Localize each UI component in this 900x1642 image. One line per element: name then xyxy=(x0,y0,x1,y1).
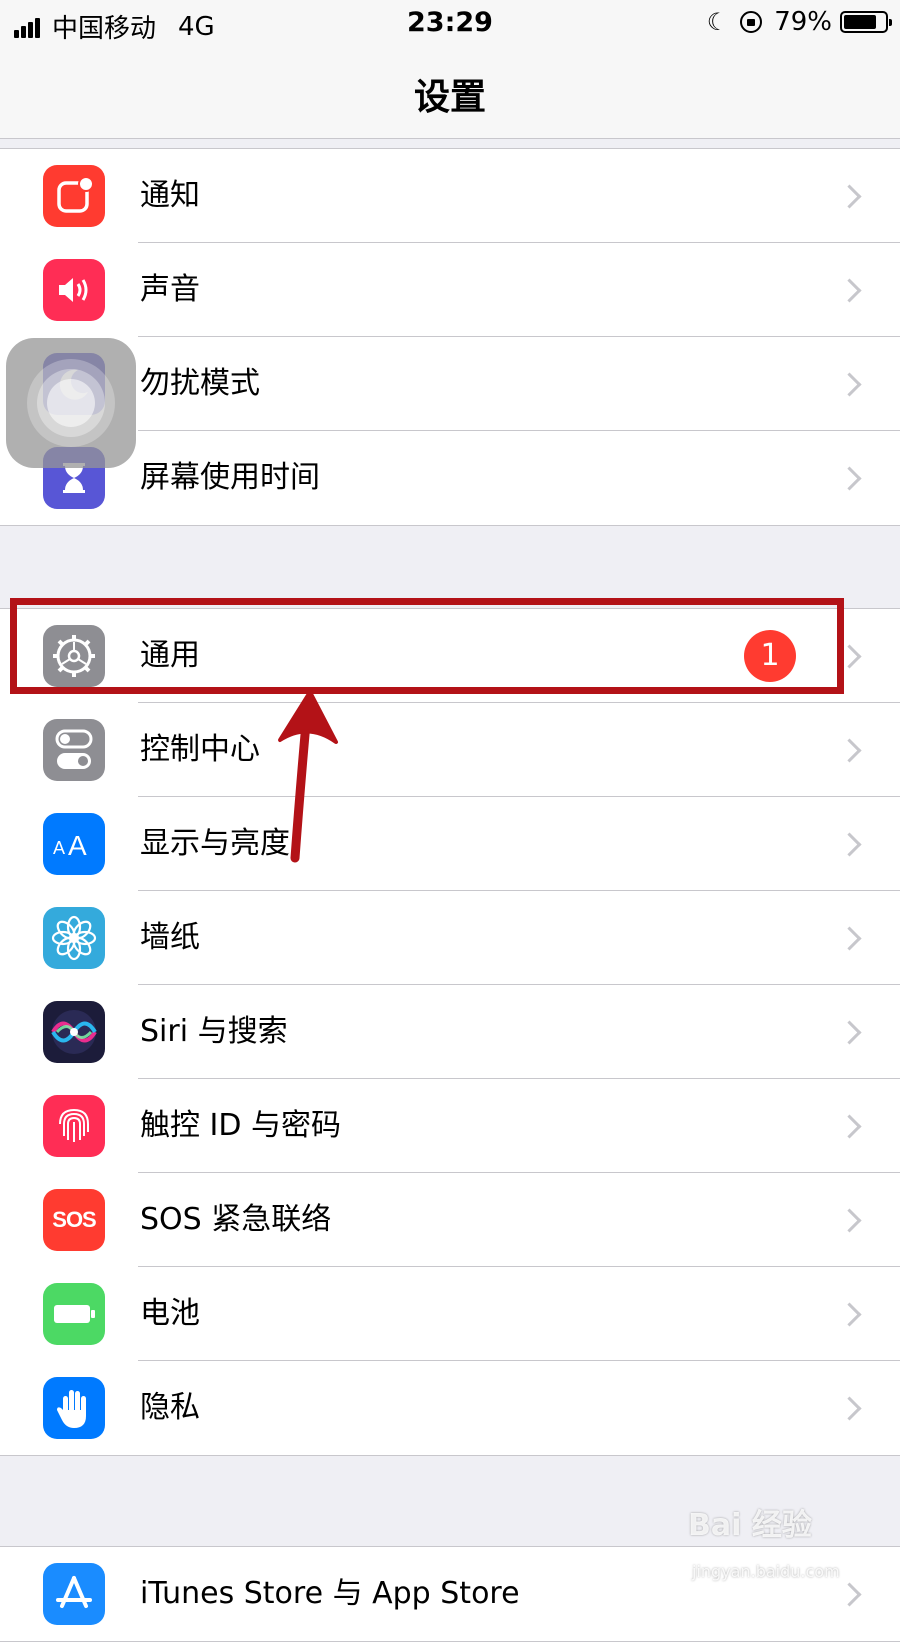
row-label: 勿扰模式 xyxy=(140,366,260,401)
assistive-touch-button[interactable] xyxy=(6,338,136,468)
settings-row-siri-search[interactable]: Siri 与搜索 xyxy=(0,985,900,1079)
do-not-disturb-icon: ☾ xyxy=(706,8,729,36)
row-label: 通知 xyxy=(140,178,200,213)
speaker-icon xyxy=(43,259,105,321)
chevron-right-icon xyxy=(837,1114,862,1139)
chevron-right-icon xyxy=(837,738,862,763)
battery-percent: 79% xyxy=(774,7,832,37)
chevron-right-icon xyxy=(837,832,862,857)
battery-icon xyxy=(840,11,892,33)
row-label: Siri 与搜索 xyxy=(140,1014,288,1049)
row-label: 声音 xyxy=(140,272,200,307)
row-label: 屏幕使用时间 xyxy=(140,460,320,495)
svg-text:A: A xyxy=(53,838,65,858)
chevron-right-icon xyxy=(837,1582,862,1607)
row-label: 墙纸 xyxy=(140,920,200,955)
settings-row-battery[interactable]: 电池 xyxy=(0,1267,900,1361)
navigation-bar: 设置 xyxy=(0,46,900,139)
sos-icon: SOS xyxy=(43,1189,105,1251)
settings-row-control-center[interactable]: 控制中心 xyxy=(0,703,900,797)
settings-group-1: 通知 声音 勿扰模式 屏幕使用时间 xyxy=(0,148,900,526)
chevron-right-icon xyxy=(837,184,862,209)
chevron-right-icon xyxy=(837,278,862,303)
watermark-logo: Bai 经验 xyxy=(688,1508,812,1543)
row-label: 触控 ID 与密码 xyxy=(140,1108,342,1143)
fingerprint-icon xyxy=(43,1095,105,1157)
chevron-right-icon xyxy=(837,1302,862,1327)
settings-group-3: iTunes Store 与 App Store xyxy=(0,1546,900,1642)
flower-icon xyxy=(43,907,105,969)
siri-icon xyxy=(43,1001,105,1063)
row-label: 电池 xyxy=(140,1296,200,1331)
settings-row-privacy[interactable]: 隐私 xyxy=(0,1361,900,1455)
watermark-url: jingyan.baidu.com xyxy=(692,1562,840,1581)
notifications-icon xyxy=(43,165,105,227)
chevron-right-icon xyxy=(837,1396,862,1421)
row-label: 显示与亮度 xyxy=(140,826,290,861)
annotation-highlight-box xyxy=(10,598,844,694)
text-size-icon: AA xyxy=(43,813,105,875)
hand-icon xyxy=(43,1377,105,1439)
settings-row-sounds[interactable]: 声音 xyxy=(0,243,900,337)
app-store-icon xyxy=(43,1563,105,1625)
settings-group-2: 通用 1 控制中心 AA 显示与亮度 墙纸 Siri 与搜索 触控 ID 与密码… xyxy=(0,608,900,1456)
chevron-right-icon xyxy=(837,1208,862,1233)
battery-setting-icon xyxy=(43,1283,105,1345)
toggles-icon xyxy=(43,719,105,781)
sos-icon-text: SOS xyxy=(52,1207,96,1232)
settings-row-emergency-sos[interactable]: SOS SOS 紧急联络 xyxy=(0,1173,900,1267)
chevron-right-icon xyxy=(837,926,862,951)
row-label: 控制中心 xyxy=(140,732,260,767)
page-title: 设置 xyxy=(413,77,486,118)
svg-text:A: A xyxy=(68,830,87,861)
row-label: iTunes Store 与 App Store xyxy=(140,1576,520,1611)
chevron-right-icon xyxy=(837,372,862,397)
chevron-right-icon xyxy=(837,466,862,491)
orientation-lock-icon xyxy=(740,11,763,33)
row-label: SOS 紧急联络 xyxy=(140,1202,332,1237)
settings-row-wallpaper[interactable]: 墙纸 xyxy=(0,891,900,985)
settings-row-notifications[interactable]: 通知 xyxy=(0,149,900,243)
status-bar: 中国移动 4G 23:29 ☾ 79% xyxy=(0,0,900,46)
row-label: 隐私 xyxy=(140,1390,200,1425)
settings-row-display-brightness[interactable]: AA 显示与亮度 xyxy=(0,797,900,891)
settings-row-touch-id-passcode[interactable]: 触控 ID 与密码 xyxy=(0,1079,900,1173)
chevron-right-icon xyxy=(837,1020,862,1045)
